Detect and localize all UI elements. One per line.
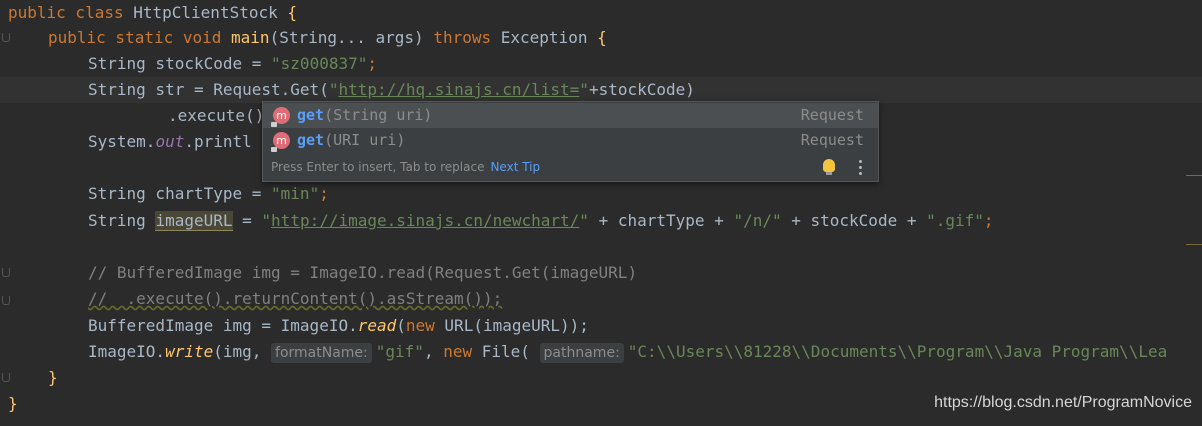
highlighted-variable[interactable]: imageURL	[155, 211, 233, 231]
parameter-hint: pathname:	[539, 343, 624, 363]
parameters: (String... args)	[269, 28, 434, 47]
method-call: read	[357, 316, 397, 335]
quote: "	[579, 211, 589, 230]
class-ref: System.	[88, 132, 156, 151]
quote: "	[579, 80, 589, 99]
static-field: out	[155, 132, 185, 151]
keyword: new	[405, 316, 445, 335]
completion-item[interactable]: m get(URI uri) Request	[263, 128, 878, 153]
expression: +stockCode)	[588, 80, 695, 99]
class-name: HttpClientStock	[133, 3, 288, 22]
keyword: public class	[8, 3, 134, 22]
parameter-hint: formatName:	[271, 343, 372, 363]
declaration: String chartType =	[88, 184, 272, 203]
open-brace: {	[597, 28, 607, 47]
footer-hint-text: Press Enter to insert, Tab to replace	[271, 160, 485, 174]
completion-return-type: Request	[800, 106, 864, 124]
keyword: public static void	[48, 28, 232, 47]
quote: "	[261, 211, 272, 230]
string-literal: "gif"	[375, 342, 424, 361]
url-link[interactable]: http://image.sinajs.cn/newchart/	[271, 211, 579, 230]
code-completion-popup[interactable]: m get(String uri) Request m get(URI uri)…	[262, 101, 879, 182]
lightbulb-icon[interactable]	[823, 159, 835, 175]
keyword: new	[443, 342, 482, 361]
code-editor[interactable]: public class HttpClientStock { public st…	[0, 0, 1202, 426]
fold-marker-icon[interactable]	[2, 33, 10, 42]
completion-signature: get(String uri)	[297, 106, 433, 124]
scrollbar-marker[interactable]	[1186, 175, 1202, 176]
watermark: https://blog.csdn.net/ProgramNovice	[934, 394, 1192, 411]
concat: + chartType +	[588, 211, 734, 230]
code-line-2[interactable]: public static void main(String... args) …	[0, 25, 1202, 51]
declaration: String stockCode =	[88, 54, 272, 73]
open-brace: {	[287, 3, 297, 22]
close-brace: }	[48, 368, 58, 387]
code-line-9[interactable]: String imageURL = "http://image.sinajs.c…	[0, 208, 1202, 234]
more-options-icon[interactable]	[859, 160, 863, 178]
fold-marker-icon[interactable]	[2, 296, 10, 305]
code-line-13[interactable]: BufferedImage img = ImageIO.read(new URL…	[0, 313, 1202, 339]
class-ref: ImageIO.	[88, 342, 166, 361]
code-line-4[interactable]: String str = Request.Get( "http://hq.sina…	[0, 77, 1202, 103]
string-literal: ".gif"	[926, 211, 984, 230]
assign: =	[232, 211, 262, 230]
semicolon: ;	[319, 184, 329, 203]
string-literal: "C:\\Users\\81228\\Documents\\Program\\J…	[627, 342, 1168, 361]
url-link[interactable]: http://hq.sinajs.cn/list=	[338, 80, 579, 99]
scrollbar-marker[interactable]	[1186, 244, 1202, 245]
statement: BufferedImage img = ImageIO.	[88, 316, 358, 335]
code-line-12[interactable]: // .execute().returnContent().asStream()…	[0, 286, 1202, 312]
code-line-1[interactable]: public class HttpClientStock {	[0, 0, 1202, 26]
close-brace: }	[8, 394, 18, 413]
string-literal: "min"	[271, 184, 320, 203]
paren: (	[396, 316, 406, 335]
method-call: write	[165, 342, 214, 361]
completion-item[interactable]: m get(String uri) Request	[263, 103, 878, 128]
completion-return-type: Request	[800, 131, 864, 149]
completion-footer: Press Enter to insert, Tab to replace Nex…	[263, 154, 878, 181]
method-call: .execute()	[168, 106, 265, 125]
exception-type: Exception	[500, 28, 598, 47]
method-name: main	[231, 28, 270, 47]
method-icon: m	[271, 107, 290, 127]
completion-signature: get(URI uri)	[297, 131, 406, 149]
args: (img,	[213, 342, 272, 361]
class-ref: File(	[481, 342, 540, 361]
comma: ,	[423, 342, 444, 361]
code-line-11[interactable]: // BufferedImage img = ImageIO.read(Requ…	[0, 260, 1202, 286]
code-line-3[interactable]: String stockCode = "sz000837";	[0, 51, 1202, 77]
next-tip-link[interactable]: Next Tip	[490, 160, 540, 174]
expression: URL(imageURL));	[444, 316, 589, 335]
concat: + stockCode +	[781, 211, 927, 230]
code-line-8[interactable]: String chartType = "min";	[0, 181, 1202, 207]
comment: // BufferedImage img = ImageIO.read(Requ…	[88, 263, 638, 282]
declaration: String	[88, 211, 156, 230]
fold-marker-icon[interactable]	[2, 268, 10, 277]
semicolon: ;	[367, 54, 377, 73]
code-line-15[interactable]: }	[0, 365, 1202, 391]
method-call: .printl	[184, 132, 252, 151]
string-literal: "sz000837"	[271, 54, 368, 73]
declaration: String str = Request.Get(	[88, 80, 329, 99]
code-line-14[interactable]: ImageIO.write(img, formatName: "gif", new…	[0, 339, 1202, 365]
comment: // .execute().returnContent().asStream()…	[88, 289, 503, 308]
semicolon: ;	[983, 211, 994, 230]
string-literal: "/n/"	[733, 211, 782, 230]
method-icon: m	[271, 132, 290, 152]
fold-marker-icon[interactable]	[2, 373, 10, 382]
keyword: throws	[433, 28, 501, 47]
